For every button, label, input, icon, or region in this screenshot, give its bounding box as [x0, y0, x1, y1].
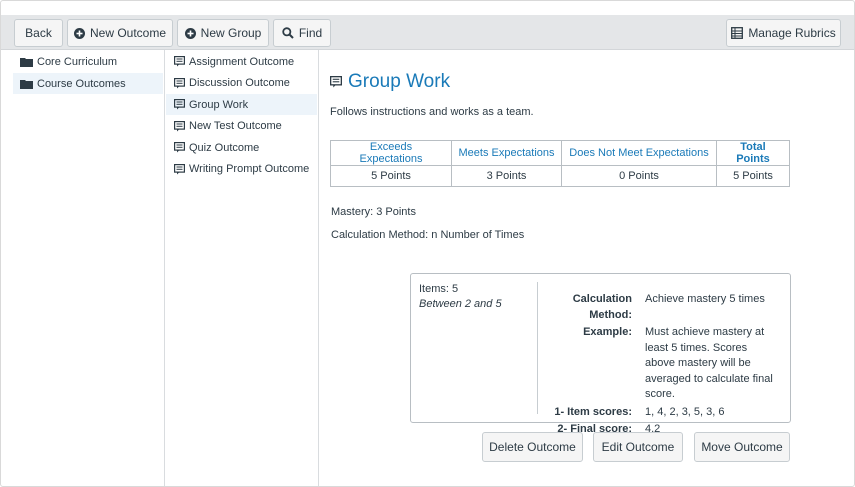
rubric-points-exceeds: 5 Points [330, 165, 452, 187]
group-item-course-outcomes[interactable]: Course Outcomes [13, 73, 163, 94]
items-count: Items: 5 [419, 283, 459, 295]
new-group-button[interactable]: New Group [177, 19, 269, 47]
move-outcome-button[interactable]: Move Outcome [694, 432, 790, 462]
mastery-text: Mastery: 3 Points [331, 206, 416, 218]
rubric-points-total: 5 Points [716, 165, 790, 187]
outcome-detail-pane: Group Work Follows instructions and work… [319, 51, 854, 486]
column-divider [164, 50, 165, 486]
outcome-icon [174, 56, 185, 67]
calc-row-value: Must achieve mastery at least 5 times. S… [645, 326, 773, 400]
outcome-description: Follows instructions and works as a team… [330, 106, 534, 118]
outcome-item-writing-prompt[interactable]: Writing Prompt Outcome [166, 159, 317, 180]
plus-circle-icon [73, 27, 85, 39]
group-item-core-curriculum[interactable]: Core Curriculum [13, 51, 163, 72]
outcomes-list: Assignment Outcome Discussion Outcome Gr… [166, 51, 317, 180]
folder-icon [20, 57, 33, 67]
manage-rubrics-button[interactable]: Manage Rubrics [726, 19, 841, 47]
folder-icon [20, 79, 33, 89]
outcome-item-new-test[interactable]: New Test Outcome [166, 116, 317, 137]
outcome-item-discussion[interactable]: Discussion Outcome [166, 73, 317, 94]
find-button[interactable]: Find [273, 19, 331, 47]
rubric-header-does-not-meet: Does Not Meet Expectations [561, 140, 717, 166]
outcome-icon [174, 99, 185, 110]
calculation-details: Calculation Method: Achieve mastery 5 ti… [541, 292, 786, 440]
outcome-title: Group Work [348, 71, 451, 92]
rubric-icon [731, 27, 744, 39]
outcome-icon [174, 120, 185, 131]
outcome-icon [330, 76, 342, 88]
manage-rubrics-label: Manage Rubrics [748, 26, 836, 40]
calc-row: Example: Must achieve mastery at least 5… [541, 325, 786, 403]
outcome-item-assignment[interactable]: Assignment Outcome [166, 51, 317, 72]
edit-outcome-button[interactable]: Edit Outcome [593, 432, 683, 462]
calculation-method-text: Calculation Method: n Number of Times [331, 229, 525, 241]
new-outcome-label: New Outcome [89, 26, 167, 40]
outcome-icon [174, 163, 185, 174]
outcome-item-label: Discussion Outcome [189, 77, 290, 89]
edit-outcome-label: Edit Outcome [601, 440, 675, 454]
back-button[interactable]: Back [14, 19, 63, 47]
items-range: Between 2 and 5 [419, 298, 502, 310]
rubric-points-row: 5 Points 3 Points 0 Points 5 Points [330, 165, 790, 187]
calc-row-value: 1, 4, 2, 3, 5, 3, 6 [645, 405, 725, 418]
outcome-item-label: Quiz Outcome [189, 141, 260, 154]
outcome-item-group-work[interactable]: Group Work [166, 94, 317, 115]
outcome-icon [174, 142, 185, 153]
calc-row-label: Example: [583, 326, 632, 338]
group-item-label: Course Outcomes [37, 77, 126, 90]
search-icon [282, 27, 294, 39]
rubric-points-does-not-meet: 0 Points [561, 165, 717, 187]
outcome-item-label: Assignment Outcome [189, 55, 295, 68]
calc-row-label: Calculation Method: [572, 293, 632, 321]
move-outcome-label: Move Outcome [701, 440, 783, 454]
rubric-header-row: Exceeds Expectations Meets Expectations … [330, 140, 790, 166]
rubric-points-meets: 3 Points [451, 165, 562, 187]
plus-circle-icon [184, 27, 196, 39]
outcome-title-row: Group Work [330, 71, 450, 93]
back-label: Back [25, 26, 52, 40]
outcome-groups-list: Core Curriculum Course Outcomes [13, 51, 163, 95]
items-summary: Items: 5 Between 2 and 5 [419, 283, 502, 310]
outcome-item-label: New Test Outcome [189, 120, 282, 132]
new-outcome-button[interactable]: New Outcome [67, 19, 173, 47]
outcome-item-label: Group Work [189, 98, 249, 111]
calc-row: Calculation Method: Achieve mastery 5 ti… [541, 292, 786, 323]
rubric-table: Exceeds Expectations Meets Expectations … [330, 140, 790, 187]
calc-row-value: Achieve mastery 5 times [645, 293, 765, 305]
outcome-item-label: Writing Prompt Outcome [189, 163, 310, 175]
group-item-label: Core Curriculum [37, 55, 118, 68]
info-divider [537, 282, 538, 414]
find-label: Find [298, 26, 323, 40]
calc-row: 1- Item scores: 1, 4, 2, 3, 5, 3, 6 [541, 405, 786, 421]
toolbar: Back New Outcome New Group Find Manage R… [1, 15, 854, 50]
calculation-info-box: Items: 5 Between 2 and 5 Calculation Met… [410, 273, 791, 435]
rubric-header-meets: Meets Expectations [451, 140, 562, 166]
delete-outcome-button[interactable]: Delete Outcome [482, 432, 583, 462]
rubric-header-exceeds: Exceeds Expectations [330, 140, 452, 166]
delete-outcome-label: Delete Outcome [489, 440, 576, 454]
calc-row-label: 1- Item scores: [554, 405, 632, 418]
new-group-label: New Group [200, 26, 262, 40]
outcome-item-quiz[interactable]: Quiz Outcome [166, 137, 317, 158]
outcome-icon [174, 77, 185, 88]
rubric-header-total: Total Points [716, 140, 790, 166]
